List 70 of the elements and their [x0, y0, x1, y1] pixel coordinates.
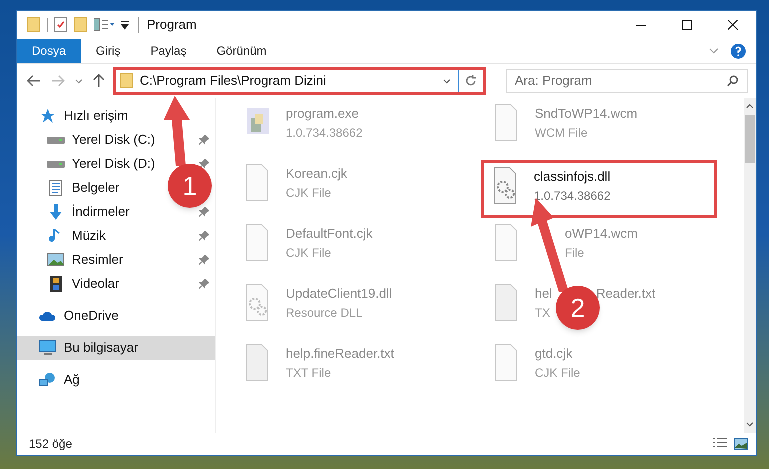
help-icon[interactable] — [731, 44, 746, 58]
ribbon-tab[interactable]: Giriş — [81, 39, 136, 63]
refresh-icon[interactable] — [465, 75, 477, 87]
file-type: WCM File — [535, 124, 588, 142]
up-arrow-icon[interactable] — [93, 74, 105, 88]
network-icon — [39, 372, 57, 388]
search-icon — [727, 75, 739, 87]
sidebar-item[interactable]: Yerel Disk (C:) — [72, 130, 156, 150]
pin-icon[interactable] — [199, 159, 209, 169]
minimize-icon — [636, 24, 646, 26]
scrollbar[interactable] — [744, 98, 756, 433]
scroll-thumb[interactable] — [745, 115, 755, 163]
download-arrow-icon — [47, 204, 65, 220]
file-type: File — [565, 244, 584, 262]
large-icons-view-icon[interactable] — [734, 438, 748, 450]
sidebar-item[interactable]: Bu bilgisayar — [17, 336, 215, 360]
pin-icon[interactable] — [199, 255, 209, 265]
file-type: TX — [535, 304, 550, 322]
pin-icon[interactable] — [199, 231, 209, 241]
scroll-down-icon[interactable] — [746, 422, 754, 427]
folder-icon — [27, 17, 41, 33]
folder-icon — [120, 73, 134, 89]
recent-caret-icon[interactable] — [75, 78, 83, 84]
file-type: CJK File — [286, 244, 332, 262]
dropdown-caret-icon[interactable] — [443, 78, 451, 84]
scroll-up-icon[interactable] — [746, 104, 754, 109]
view-options-icon — [94, 18, 116, 32]
file-type: Resource DLL — [286, 304, 363, 322]
address-bar[interactable]: C:\Program Files\Program Dizini — [113, 67, 486, 95]
file-name[interactable]: classinfojs.dll — [534, 167, 611, 186]
sidebar-item[interactable]: Ağ — [64, 370, 80, 390]
ribbon-tab[interactable]: Görünüm — [202, 39, 282, 63]
file-type: 1.0.734.38662 — [534, 188, 611, 204]
drive-icon — [47, 136, 65, 144]
maximize-icon — [682, 20, 692, 30]
ribbon-tab[interactable]: Dosya — [17, 39, 82, 63]
close-icon — [728, 20, 738, 30]
expand-ribbon-icon[interactable] — [709, 48, 719, 54]
window-title: Program — [147, 16, 197, 34]
sidebar-item[interactable]: Yerel Disk (D:) — [72, 154, 156, 174]
file-type: CJK File — [535, 364, 580, 382]
document-icon — [47, 180, 65, 196]
sidebar-item[interactable]: İndirmeler — [72, 202, 130, 222]
film-icon — [47, 276, 65, 292]
item-count: 152 öğe — [29, 436, 72, 453]
file-type: CJK File — [286, 184, 332, 202]
sidebar-item[interactable]: Videolar — [72, 274, 120, 294]
computer-icon — [39, 340, 57, 356]
star-icon — [39, 108, 57, 124]
sidebar-item[interactable]: Resimler — [72, 250, 124, 270]
pin-icon[interactable] — [199, 207, 209, 217]
file-type: TXT File — [286, 364, 332, 382]
drive-icon — [47, 160, 65, 168]
pin-icon[interactable] — [199, 279, 209, 289]
customize-toolbar-icon — [120, 20, 130, 30]
ribbon-tab[interactable]: Paylaş — [136, 39, 202, 63]
sidebar-item[interactable]: OneDrive — [64, 306, 119, 326]
sidebar-item[interactable]: Müzik — [72, 226, 106, 246]
search-field[interactable]: Ara: Program — [506, 69, 748, 93]
search-input[interactable]: Ara: Program — [515, 71, 727, 91]
sidebar-item[interactable]: Belgeler — [72, 178, 120, 198]
sidebar-item[interactable]: Hızlı erişim — [64, 106, 128, 126]
details-view-icon[interactable] — [712, 438, 728, 450]
file-type: 1.0.734.38662 — [286, 124, 363, 142]
pin-icon[interactable] — [199, 135, 209, 145]
properties-icon — [54, 17, 68, 33]
back-arrow-icon[interactable] — [27, 75, 41, 87]
address-path: C:\Program Files\Program Dizini — [140, 72, 326, 90]
new-folder-icon — [74, 17, 88, 33]
image-icon — [47, 252, 65, 268]
